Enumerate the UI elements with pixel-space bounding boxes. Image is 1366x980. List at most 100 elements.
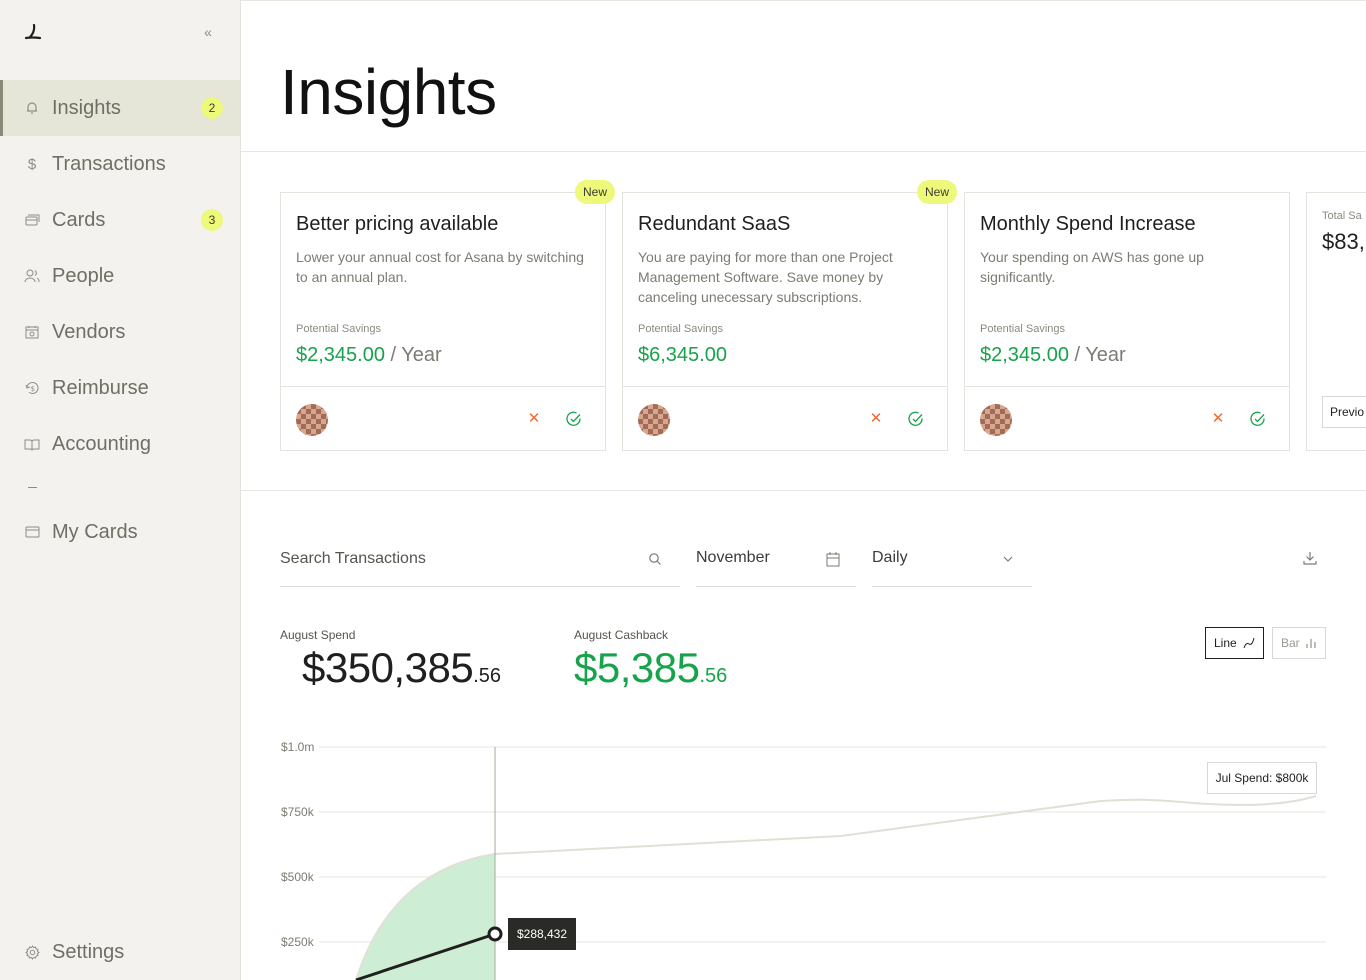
dismiss-icon[interactable]: ✕ [526, 411, 542, 427]
insight-title: Better pricing available [296, 213, 499, 235]
logo-icon[interactable] [24, 24, 42, 40]
sidebar-item-cards[interactable]: Cards 3 [0, 192, 240, 248]
insight-card-body: Redundant SaaS You are paying for more t… [623, 193, 947, 387]
data-point-tooltip: $288,432 [508, 918, 576, 950]
search-field [280, 535, 680, 587]
search-input[interactable] [280, 547, 640, 571]
sidebar-item-insights[interactable]: Insights 2 [0, 80, 240, 136]
sidebar-item-label: Cards [52, 208, 106, 231]
spend-cents: .56 [473, 665, 501, 687]
month-picker[interactable]: November [696, 535, 856, 587]
sidebar-item-label: Reimburse [52, 376, 149, 399]
sidebar-item-reimburse[interactable]: $ Reimburse [0, 360, 240, 416]
insight-card[interactable]: Redundant SaaS You are paying for more t… [622, 180, 957, 451]
sidebar-item-my-cards[interactable]: My Cards [0, 504, 240, 560]
chevron-down-icon [1003, 556, 1013, 562]
savings-amount: $2,345.00 [980, 344, 1069, 366]
line-toggle-label: Line [1214, 636, 1237, 650]
avatar [980, 404, 1012, 436]
download-icon[interactable] [1302, 550, 1318, 566]
y-tick-label: $500k [281, 870, 314, 884]
cards-icon [24, 212, 40, 228]
savings-value: $6,345.00 [638, 344, 727, 367]
total-savings-card: Total Sa $83, Previo [1306, 192, 1366, 451]
calendar-icon [826, 552, 840, 567]
cashback-cents: .56 [699, 665, 728, 687]
insight-title: Monthly Spend Increase [980, 213, 1196, 235]
savings-value: $2,345.00 / Year [980, 344, 1126, 367]
dollar-icon: $ [27, 155, 37, 173]
sidebar-item-label: My Cards [52, 520, 138, 543]
spend-chart-svg [319, 746, 1326, 980]
previous-button[interactable]: Previo [1322, 396, 1366, 428]
spend-label: August Spend [280, 628, 356, 642]
cashback-area [356, 854, 495, 980]
month-value: November [696, 549, 770, 566]
reimburse-icon: $ [24, 380, 40, 396]
insight-description: Your spending on AWS has gone up signifi… [980, 249, 1204, 285]
savings-amount: $2,345.00 [296, 344, 385, 366]
sidebar-item-settings[interactable]: Settings [0, 924, 240, 980]
avatar [638, 404, 670, 436]
savings-label: Potential Savings [296, 323, 381, 335]
new-badge: New [575, 180, 615, 204]
savings-unit: / Year [384, 344, 442, 366]
projected-spend-line [355, 795, 1317, 980]
search-icon[interactable] [648, 552, 662, 566]
jul-spend-callout: Jul Spend: $800k [1207, 762, 1317, 794]
frequency-select[interactable]: Daily [872, 535, 1032, 587]
sidebar-item-transactions[interactable]: $ Transactions [0, 136, 240, 192]
bar-chart-toggle[interactable]: Bar [1272, 627, 1326, 659]
insight-card-body: Monthly Spend Increase Your spending on … [965, 193, 1289, 387]
sidebar: « Insights 2 $ Transactions Cards 3 Peop… [0, 0, 241, 980]
insight-card[interactable]: Better pricing available Lower your annu… [280, 180, 615, 451]
sidebar-item-label: Insights [52, 96, 121, 119]
total-savings-value: $83, [1322, 229, 1365, 254]
insight-description: You are paying for more than one Project… [638, 249, 893, 305]
sidebar-item-accounting[interactable]: Accounting [0, 416, 240, 472]
savings-label: Potential Savings [980, 323, 1065, 335]
spend-main: $350,385 [302, 644, 474, 691]
dismiss-icon[interactable]: ✕ [1210, 411, 1226, 427]
total-savings-label: Total Sa [1322, 210, 1362, 222]
bar-chart-icon [1306, 639, 1316, 648]
line-chart-toggle[interactable]: Line [1205, 627, 1264, 659]
avatar [296, 404, 328, 436]
sidebar-divider [28, 487, 37, 488]
cashback-label: August Cashback [574, 628, 669, 642]
bar-toggle-label: Bar [1281, 636, 1300, 650]
accept-check-icon[interactable] [1250, 411, 1266, 427]
collapse-sidebar-icon[interactable]: « [200, 24, 216, 40]
insight-card[interactable]: Monthly Spend Increase Your spending on … [964, 192, 1290, 451]
sidebar-item-vendors[interactable]: Vendors [0, 304, 240, 360]
insight-title: Redundant SaaS [638, 213, 791, 235]
y-tick-label: $250k [281, 935, 314, 949]
notification-badge: 3 [201, 209, 223, 231]
spend-chart: $1.0m $750k $500k $250k [241, 730, 1366, 980]
insight-card-body: Better pricing available Lower your annu… [281, 193, 605, 387]
y-tick-label: $1.0m [281, 740, 315, 754]
cashback-main: $5,385 [574, 644, 700, 691]
bell-icon [24, 100, 40, 116]
svg-text:$: $ [30, 385, 34, 393]
card-icon [24, 524, 40, 540]
accept-check-icon[interactable] [908, 411, 924, 427]
savings-value: $2,345.00 / Year [296, 344, 442, 367]
insight-cards-row: Better pricing available Lower your annu… [241, 152, 1366, 491]
accept-check-icon[interactable] [566, 411, 582, 427]
y-tick-label: $750k [281, 805, 314, 819]
savings-label: Potential Savings [638, 323, 723, 335]
sidebar-item-label: People [52, 264, 115, 287]
sidebar-item-label: Settings [52, 940, 125, 963]
gear-icon [24, 944, 40, 960]
sidebar-item-label: Vendors [52, 320, 126, 343]
people-icon [24, 268, 40, 284]
frequency-value: Daily [872, 549, 908, 566]
dismiss-icon[interactable]: ✕ [868, 411, 884, 427]
book-icon [24, 436, 40, 452]
page-header: Insights [241, 0, 1366, 152]
sidebar-item-people[interactable]: People [0, 248, 240, 304]
page-title: Insights [280, 56, 497, 128]
savings-amount: $6,345.00 [638, 344, 727, 366]
data-point[interactable] [487, 926, 503, 942]
